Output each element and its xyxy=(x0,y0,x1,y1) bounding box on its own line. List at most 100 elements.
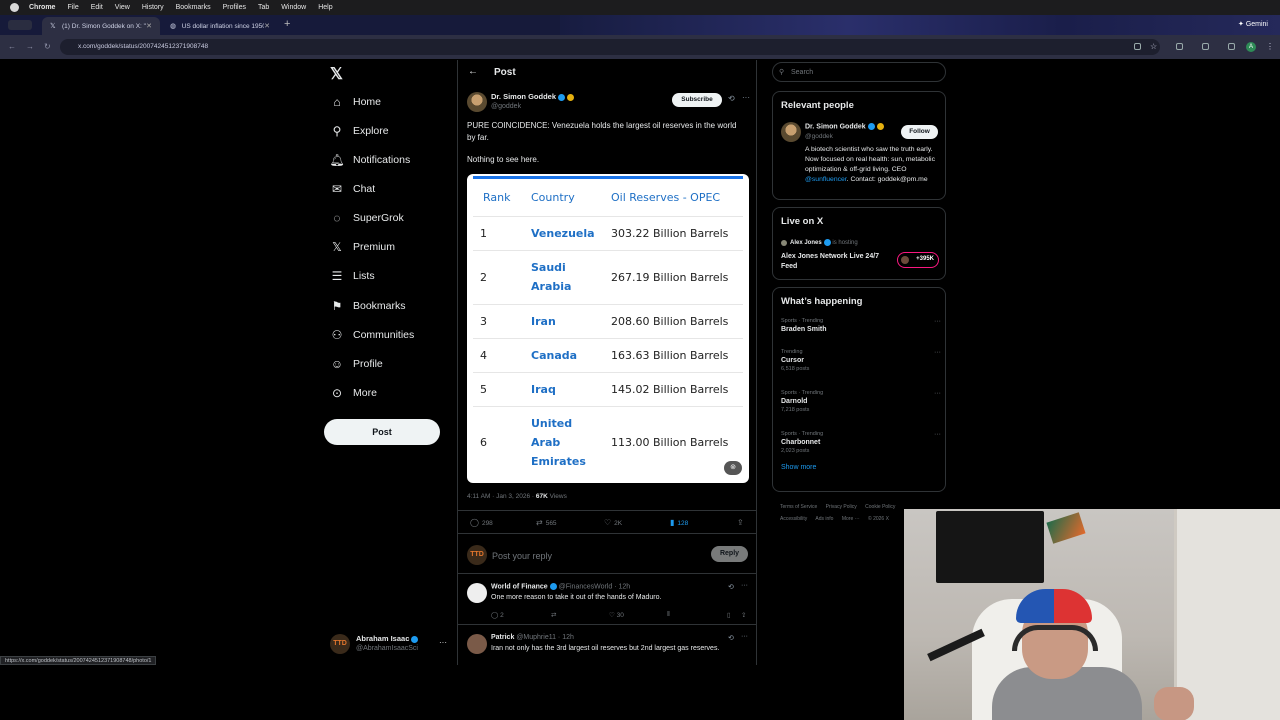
new-tab-icon[interactable]: + xyxy=(284,18,290,30)
like-action[interactable]: ♡ 30 xyxy=(609,611,624,619)
star-icon[interactable]: ☆ xyxy=(1150,42,1157,51)
person-avatar[interactable] xyxy=(781,122,801,142)
menu-window[interactable]: Window xyxy=(281,4,306,11)
profile-avatar[interactable]: A xyxy=(1246,42,1256,52)
more-icon[interactable]: ··· xyxy=(742,93,750,102)
menu-profiles[interactable]: Profiles xyxy=(223,4,246,11)
footer-link[interactable]: More ··· xyxy=(842,516,860,522)
nav-communities[interactable]: ⚇ Communities xyxy=(330,325,415,345)
nav-chat[interactable]: ✉ Chat xyxy=(330,179,375,199)
repost-icon[interactable]: ⇄ xyxy=(551,611,556,619)
close-tab-icon[interactable]: ✕ xyxy=(264,22,270,30)
sidepanel-icon[interactable] xyxy=(1202,43,1209,50)
share-icon[interactable]: ⇪ xyxy=(741,611,746,619)
back-arrow-icon[interactable]: ← xyxy=(8,42,16,51)
address-bar[interactable]: x.com/goddek/status/2007424512371908748 xyxy=(60,39,1160,55)
tab-x-post[interactable]: 𝕏 (1) Dr. Simon Goddek on X: "P ✕ xyxy=(42,17,160,35)
nav-profile[interactable]: ☺ Profile xyxy=(330,354,383,374)
nav-supergrok[interactable]: ◌ SuperGrok xyxy=(330,208,403,228)
reply-author-name[interactable]: World of Finance xyxy=(491,583,548,590)
extension-icon[interactable] xyxy=(1176,43,1183,50)
author-name-row[interactable]: Dr. Simon Goddek xyxy=(491,92,575,101)
gemini-button[interactable]: ✦ Gemini xyxy=(1238,20,1268,28)
more-icon[interactable]: ··· xyxy=(934,431,941,438)
grok-icon[interactable]: ⟲ xyxy=(728,634,734,642)
live-listener-count[interactable]: +395K xyxy=(897,252,939,268)
forward-arrow-icon[interactable]: → xyxy=(26,42,34,51)
footer-link[interactable]: Cookie Policy xyxy=(865,504,895,510)
nav-lists[interactable]: ☰ Lists xyxy=(330,266,375,286)
author-handle[interactable]: @goddek xyxy=(491,103,521,110)
menu-file[interactable]: File xyxy=(67,4,78,11)
subscribe-button[interactable]: Subscribe xyxy=(672,93,722,107)
nav-notifications[interactable]: 🔔︎ Notifications xyxy=(329,150,410,170)
reply-avatar[interactable] xyxy=(467,583,487,603)
grok-icon[interactable]: ⟲ xyxy=(728,583,734,591)
reply-composer: TTD Post your reply Reply xyxy=(458,538,756,574)
person-name-row[interactable]: Dr. Simon Goddek xyxy=(805,123,884,130)
reply-button[interactable]: Reply xyxy=(711,546,748,562)
more-icon[interactable]: ··· xyxy=(934,349,941,356)
more-icon[interactable]: ··· xyxy=(741,633,748,640)
trend-item[interactable]: Trending Cursor 6,518 posts ··· xyxy=(781,349,941,372)
grok-icon[interactable]: ⟲ xyxy=(728,94,735,103)
nav-explore[interactable]: ⚲ Explore xyxy=(330,121,389,141)
live-stream-title[interactable]: Alex Jones Network Live 24/7 Feed xyxy=(781,252,891,272)
back-arrow-icon[interactable]: ← xyxy=(468,66,478,77)
stats-icon[interactable]: ⫴ xyxy=(667,611,670,619)
menu-tab[interactable]: Tab xyxy=(258,4,269,11)
repost-action[interactable]: ⇄ 565 xyxy=(536,518,557,527)
search-input[interactable]: ⚲ Search xyxy=(772,62,946,82)
share-action[interactable]: ⇪ xyxy=(737,518,747,527)
show-more-link[interactable]: Show more xyxy=(781,464,816,471)
footer-link[interactable]: Terms of Service xyxy=(780,504,817,510)
bookmark-action[interactable]: ▮ 128 xyxy=(670,518,688,527)
nav-home[interactable]: ⌂ Home xyxy=(330,92,381,112)
more-icon[interactable]: ··· xyxy=(934,390,941,397)
grok-image-icon[interactable]: ⊚ xyxy=(724,461,742,475)
reply-action[interactable]: ◯ 2 xyxy=(491,611,504,619)
trend-item[interactable]: Sports · Trending Darnold 7,218 posts ··… xyxy=(781,390,941,413)
trend-item[interactable]: Sports · Trending Charbonnet 2,023 posts… xyxy=(781,431,941,454)
menu-help[interactable]: Help xyxy=(318,4,332,11)
menu-edit[interactable]: Edit xyxy=(91,4,103,11)
bio-link[interactable]: @sunfluencer xyxy=(805,176,847,183)
reply-item[interactable]: World of Finance @FinancesWorld · 12h On… xyxy=(458,575,756,625)
account-switcher[interactable]: TTD Abraham Isaac @AbrahamIsaacSci ··· xyxy=(330,630,450,658)
reply-author-name[interactable]: Patrick xyxy=(491,634,514,641)
tab-search-button[interactable] xyxy=(8,20,32,30)
bookmark-icon[interactable]: ▯ xyxy=(727,611,731,619)
more-icon[interactable]: ··· xyxy=(439,638,447,647)
post-button[interactable]: Post xyxy=(324,419,440,445)
post-image[interactable]: Rank Country Oil Reserves - OPEC 1 Venez… xyxy=(467,174,749,483)
close-tab-icon[interactable]: ✕ xyxy=(146,22,152,30)
media-icon[interactable] xyxy=(1228,43,1235,50)
nav-more[interactable]: ⊙ More xyxy=(330,383,377,403)
footer-link[interactable]: Ads info xyxy=(815,516,833,522)
footer-link[interactable]: Privacy Policy xyxy=(826,504,857,510)
reply-input[interactable]: Post your reply xyxy=(492,551,552,561)
kebab-menu-icon[interactable]: ⋮ xyxy=(1266,42,1274,51)
trend-item[interactable]: Sports · Trending Braden Smith ··· xyxy=(781,318,941,333)
nav-premium[interactable]: 𝕏 Premium xyxy=(330,237,395,257)
more-icon[interactable]: ··· xyxy=(934,318,941,325)
reply-action[interactable]: ◯ 298 xyxy=(470,518,493,527)
menu-chrome[interactable]: Chrome xyxy=(29,4,55,11)
follow-button[interactable]: Follow xyxy=(901,125,938,139)
tab-inflation[interactable]: ◍ US dollar inflation since 1950 ✕ xyxy=(162,17,278,35)
apple-logo-icon[interactable] xyxy=(10,3,19,12)
post-timestamp[interactable]: 4:11 AM · Jan 3, 2026 · xyxy=(467,493,536,500)
cast-icon[interactable] xyxy=(1134,43,1141,50)
more-icon[interactable]: ··· xyxy=(741,582,748,589)
reply-item[interactable]: Patrick @Muphrie11 · 12h Iran not only h… xyxy=(458,626,756,665)
nav-bookmarks[interactable]: ⚑ Bookmarks xyxy=(330,296,406,316)
menu-history[interactable]: History xyxy=(142,4,164,11)
like-action[interactable]: ♡ 2K xyxy=(604,518,622,527)
menu-bookmarks[interactable]: Bookmarks xyxy=(176,4,211,11)
reload-icon[interactable]: ↻ xyxy=(44,42,51,51)
menu-view[interactable]: View xyxy=(115,4,130,11)
x-logo-icon[interactable]: 𝕏 xyxy=(330,64,343,84)
footer-link[interactable]: Accessibility xyxy=(780,516,807,522)
reply-avatar[interactable] xyxy=(467,634,487,654)
author-avatar[interactable] xyxy=(467,92,487,112)
